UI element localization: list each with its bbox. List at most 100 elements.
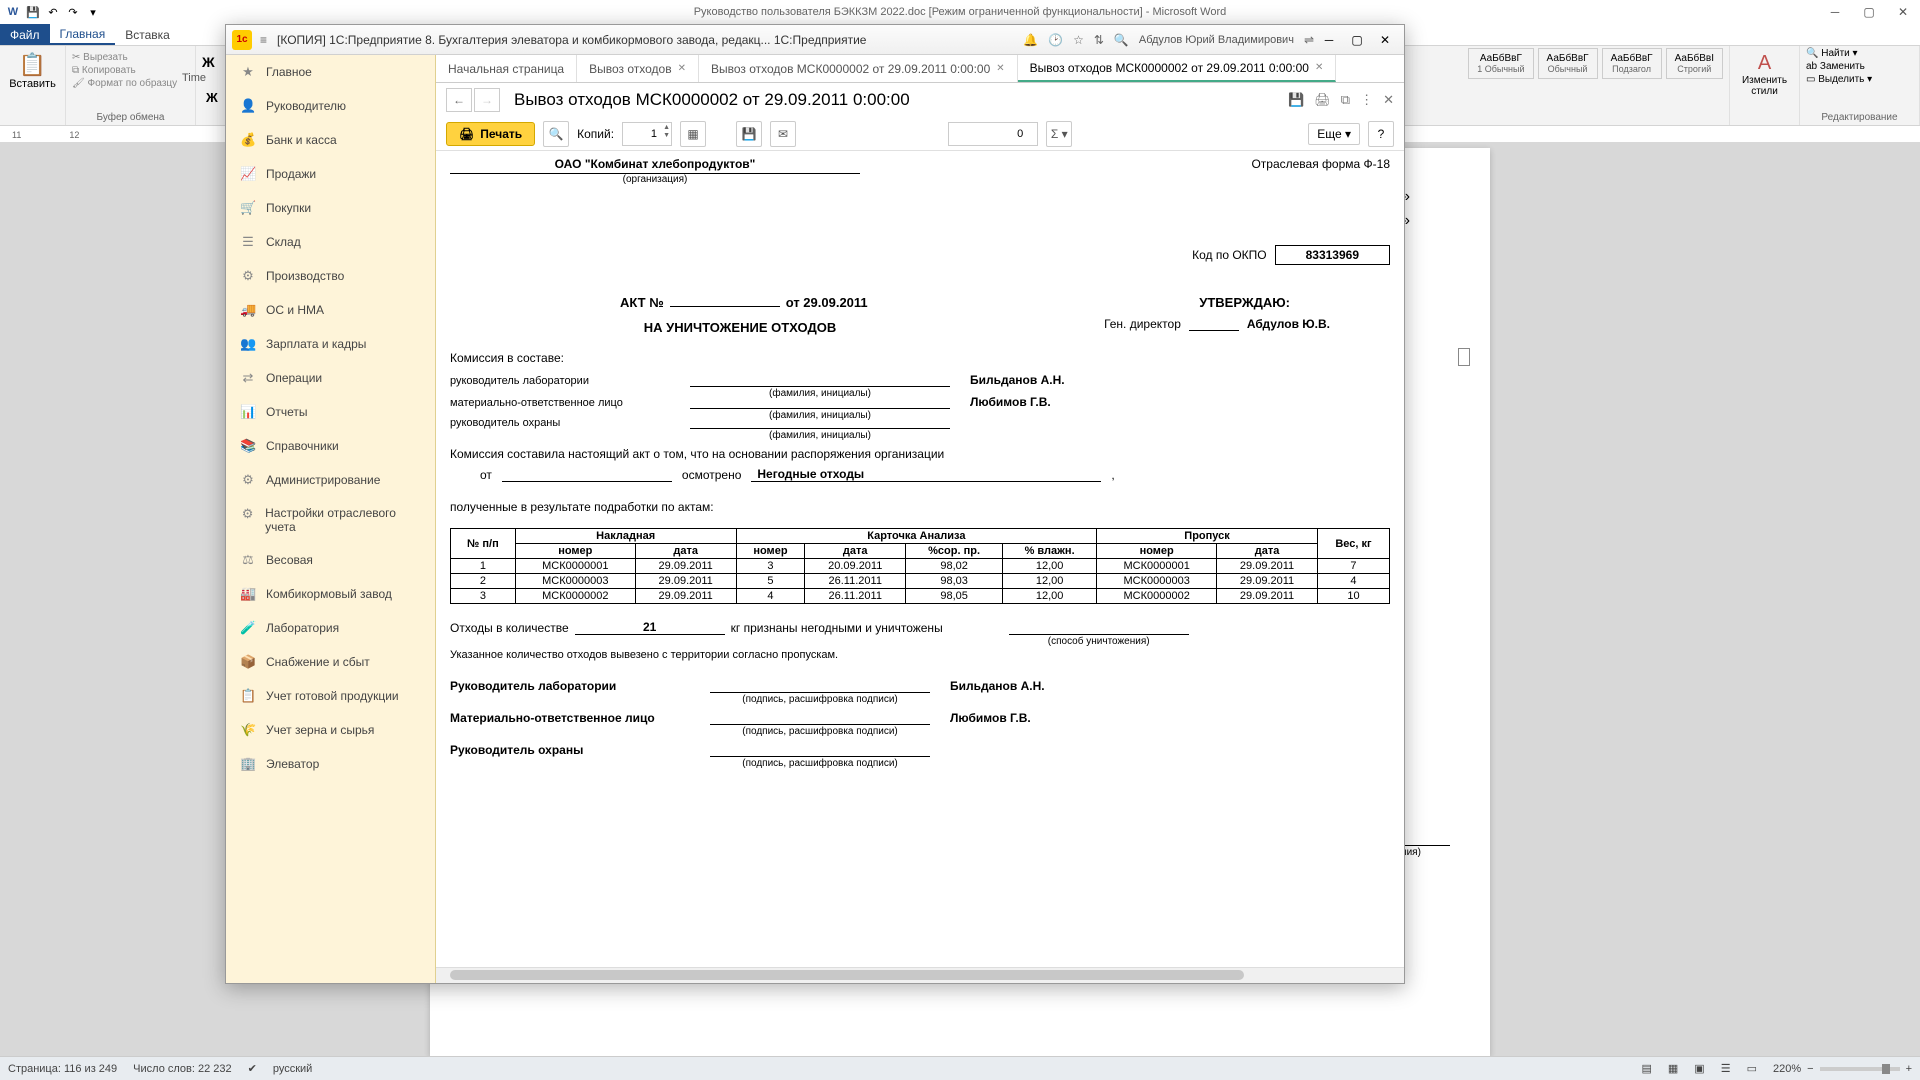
view-print-icon[interactable]: ▤ [1641, 1062, 1651, 1075]
c1-tab[interactable]: Начальная страница [436, 55, 577, 82]
tab-close-icon[interactable]: ✕ [996, 63, 1004, 74]
horizontal-scrollbar[interactable] [436, 967, 1404, 983]
c1-tab[interactable]: Вывоз отходов МСК0000002 от 29.09.2011 0… [1018, 55, 1337, 82]
menu-icon[interactable]: ≡ [260, 33, 267, 47]
bell-icon[interactable]: 🔔 [1023, 33, 1038, 47]
sidebar-item[interactable]: ⇄Операции [226, 361, 435, 395]
spin-up-icon[interactable]: ▲ [663, 124, 670, 132]
find-button[interactable]: 🔍 Найти ▾ [1806, 48, 1913, 59]
c1-window: 1c ≡ [КОПИЯ] 1С:Предприятие 8. Бухгалтер… [225, 24, 1405, 984]
sidebar-item[interactable]: 🧪Лаборатория [226, 611, 435, 645]
history-icon[interactable]: 🕑 [1048, 33, 1063, 47]
more-button[interactable]: Еще ▾ [1308, 123, 1360, 145]
sidebar-item[interactable]: ⚖Весовая [226, 543, 435, 577]
settings-icon[interactable]: ⇌ [1304, 33, 1314, 47]
style-item[interactable]: АаБбВвГПодзагол [1602, 48, 1662, 79]
styles-gallery[interactable]: АаБбВвГ1 Обычный АаБбВвГОбычный АаБбВвГП… [1468, 48, 1723, 79]
print-preview[interactable]: ОАО "Комбинат хлебопродуктов" (организац… [436, 151, 1404, 967]
view-read-icon[interactable]: ▦ [1668, 1062, 1678, 1075]
sidebar-item[interactable]: ★Главное [226, 55, 435, 89]
tab-insert[interactable]: Вставка [115, 24, 180, 45]
more-icon[interactable]: ⋮ [1360, 92, 1373, 108]
sidebar-item[interactable]: 📊Отчеты [226, 395, 435, 429]
email-button[interactable]: ✉ [770, 121, 796, 147]
nav-fwd-icon[interactable]: → [474, 88, 500, 112]
zoom-in-icon[interactable]: + [1906, 1063, 1912, 1075]
replace-button[interactable]: ab Заменить [1806, 61, 1913, 72]
tab-close-icon[interactable]: ✕ [678, 63, 686, 74]
sidebar-item[interactable]: 🏭Комбикормовый завод [226, 577, 435, 611]
preview-button[interactable]: 🔍 [543, 121, 569, 147]
cut-button[interactable]: ✂ Вырезать [72, 52, 189, 63]
help-button[interactable]: ? [1368, 121, 1394, 147]
save-icon[interactable]: 💾 [1288, 92, 1304, 108]
sidebar-item[interactable]: 📈Продажи [226, 157, 435, 191]
tab-home[interactable]: Главная [50, 24, 116, 45]
sidebar-item[interactable]: 💰Банк и касса [226, 123, 435, 157]
close-icon[interactable]: ✕ [1886, 1, 1920, 23]
c1-close-icon[interactable]: ✕ [1372, 29, 1398, 51]
sidebar-item[interactable]: 📦Снабжение и сбыт [226, 645, 435, 679]
zoom-level[interactable]: 220% [1773, 1063, 1801, 1075]
status-lang[interactable]: русский [273, 1063, 312, 1075]
sidebar-item[interactable]: 📚Справочники [226, 429, 435, 463]
qat-more-icon[interactable]: ▾ [84, 3, 102, 21]
print-icon[interactable]: 🖨 [1314, 92, 1331, 108]
view-draft-icon[interactable]: ▭ [1747, 1062, 1757, 1075]
copy-icon[interactable]: ⧉ [1341, 92, 1350, 108]
change-styles-button[interactable]: A Изменить стили [1736, 48, 1793, 97]
redo-icon[interactable]: ↷ [64, 3, 82, 21]
view-outline-icon[interactable]: ☰ [1721, 1062, 1731, 1075]
maximize-icon[interactable]: ▢ [1852, 1, 1886, 23]
tab-file[interactable]: Файл [0, 24, 50, 45]
sum-input[interactable] [948, 122, 1038, 146]
sidebar-item[interactable]: ☰Склад [226, 225, 435, 259]
spin-down-icon[interactable]: ▼ [663, 132, 670, 140]
c1-minimize-icon[interactable]: ─ [1316, 29, 1342, 51]
minimize-icon[interactable]: ─ [1818, 1, 1852, 23]
copies-label: Копий: [577, 127, 614, 141]
sidebar-item[interactable]: ⚙Производство [226, 259, 435, 293]
zoom-out-icon[interactable]: − [1807, 1063, 1813, 1075]
select-button[interactable]: ▭ Выделить ▾ [1806, 74, 1913, 85]
sidebar-item[interactable]: 📋Учет готовой продукции [226, 679, 435, 713]
sidebar-item[interactable]: ⚙Настройки отраслевого учета [226, 497, 435, 543]
sidebar-item[interactable]: ⚙Администрирование [226, 463, 435, 497]
c1-maximize-icon[interactable]: ▢ [1344, 29, 1370, 51]
font-name-fragment: Time [182, 72, 206, 84]
style-item[interactable]: АаБбВвІСтрогий [1666, 48, 1723, 79]
user-icon: 👤 [240, 98, 256, 114]
nav-back-icon[interactable]: ← [446, 88, 472, 112]
sidebar-item[interactable]: 🛒Покупки [226, 191, 435, 225]
search-icon[interactable]: 🔍 [1114, 33, 1129, 47]
view-web-icon[interactable]: ▣ [1694, 1062, 1704, 1075]
status-words[interactable]: Число слов: 22 232 [133, 1063, 231, 1075]
save-icon[interactable]: 💾 [24, 3, 42, 21]
link-icon[interactable]: ⇅ [1094, 33, 1104, 47]
star-icon[interactable]: ☆ [1073, 33, 1084, 47]
sidebar-item[interactable]: 🏢Элеватор [226, 747, 435, 781]
print-button[interactable]: 🖨 Печать [446, 122, 535, 146]
user-label[interactable]: Абдулов Юрий Владимирович [1139, 34, 1294, 46]
tab-close-icon[interactable]: ✕ [1315, 62, 1323, 73]
style-item[interactable]: АаБбВвГ1 Обычный [1468, 48, 1533, 79]
status-page[interactable]: Страница: 116 из 249 [8, 1063, 117, 1075]
sidebar-item[interactable]: 👤Руководителю [226, 89, 435, 123]
table-button[interactable]: ▦ [680, 121, 706, 147]
sum-button[interactable]: Σ ▾ [1046, 121, 1072, 147]
sidebar-item[interactable]: 🚚ОС и НМА [226, 293, 435, 327]
save-button[interactable]: 💾 [736, 121, 762, 147]
sidebar-item[interactable]: 🌾Учет зерна и сырья [226, 713, 435, 747]
paste-button[interactable]: 📋 Вставить [6, 48, 59, 94]
status-proof-icon[interactable]: ✔ [248, 1062, 257, 1075]
format-painter-button[interactable]: 🖌 Формат по образцу [72, 78, 189, 89]
zoom-slider[interactable] [1820, 1067, 1900, 1071]
sidebar-item[interactable]: 👥Зарплата и кадры [226, 327, 435, 361]
close-doc-icon[interactable]: ✕ [1383, 92, 1394, 108]
style-item[interactable]: АаБбВвГОбычный [1538, 48, 1598, 79]
bold-button[interactable]: Ж [202, 48, 219, 70]
copy-button[interactable]: ⧉ Копировать [72, 65, 189, 76]
c1-tab[interactable]: Вывоз отходов✕ [577, 55, 699, 82]
c1-tab[interactable]: Вывоз отходов МСК0000002 от 29.09.2011 0… [699, 55, 1018, 82]
undo-icon[interactable]: ↶ [44, 3, 62, 21]
